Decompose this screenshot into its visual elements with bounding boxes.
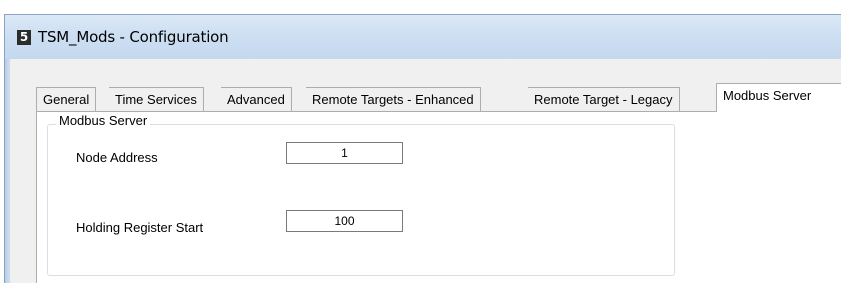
node-address-label: Node Address — [76, 150, 158, 165]
tab-remote-target-legacy[interactable]: Remote Target - Legacy — [528, 87, 680, 111]
tab-time-services[interactable]: Time Services — [109, 87, 204, 111]
client-area: General Time Services Advanced Remote Ta… — [10, 59, 841, 283]
app-logo-icon: 5 — [17, 30, 31, 45]
title-bar[interactable]: 5 TSM_Mods - Configuration — [5, 15, 841, 59]
tab-general[interactable]: General — [36, 87, 97, 111]
holding-register-start-field[interactable] — [286, 210, 403, 232]
tab-modbus-server[interactable]: Modbus Server — [716, 83, 841, 112]
group-title: Modbus Server — [56, 113, 151, 128]
window-title: TSM_Mods - Configuration — [38, 28, 229, 46]
configuration-window: 5 TSM_Mods - Configuration General Time … — [4, 14, 841, 283]
tab-strip: General Time Services Advanced Remote Ta… — [36, 83, 841, 112]
tab-advanced[interactable]: Advanced — [221, 87, 292, 111]
holding-register-start-label: Holding Register Start — [76, 220, 204, 235]
tab-remote-targets-enhanced[interactable]: Remote Targets - Enhanced — [306, 87, 481, 111]
node-address-field[interactable] — [286, 142, 403, 164]
tab-panel-modbus-server: Modbus Server Node Address Holding Regis… — [36, 111, 841, 283]
